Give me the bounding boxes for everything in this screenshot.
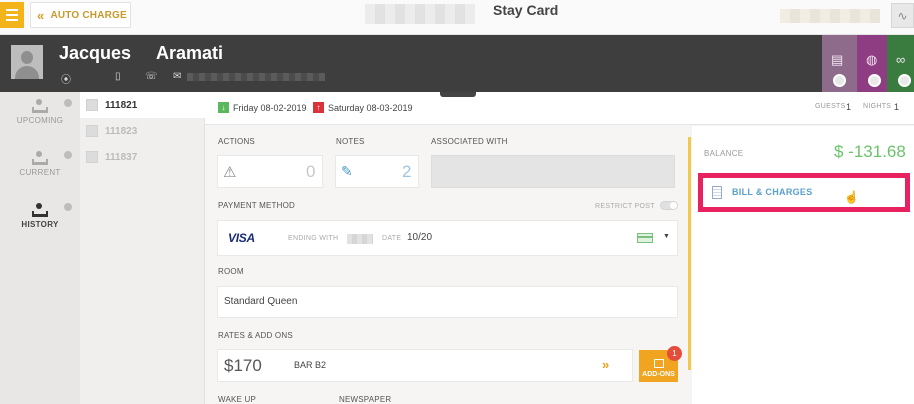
auto-charge-label: AUTO CHARGE <box>50 9 127 21</box>
warning-icon: ⚠ <box>223 164 237 181</box>
bed-icon <box>30 150 50 166</box>
guest-tile-1[interactable]: ▤ <box>822 35 857 92</box>
credit-card-icon <box>637 233 653 243</box>
drag-handle[interactable] <box>440 92 476 97</box>
redacted-text <box>365 4 475 24</box>
activity-chart-button[interactable]: ∿ <box>891 3 914 28</box>
associated-field[interactable] <box>431 155 675 188</box>
notes-label: NOTES <box>336 137 365 146</box>
bill-and-charges-button[interactable]: BILL & CHARGES <box>704 178 904 206</box>
room-label: ROOM <box>218 267 244 276</box>
double-chevron-right-icon[interactable]: » <box>602 357 609 372</box>
status-dot <box>64 203 72 211</box>
rate-row[interactable] <box>217 349 633 382</box>
phone-icon: ▤ <box>831 52 844 67</box>
balance-label: BALANCE <box>704 149 744 158</box>
arrow-up-icon: ↑ <box>313 102 324 113</box>
guest-last-name[interactable]: Aramati <box>156 43 223 64</box>
menu-icon[interactable] <box>0 2 24 28</box>
calculator-icon <box>712 185 722 199</box>
guest-first-name[interactable]: Jacques <box>59 43 131 64</box>
card-brand: VISA <box>228 231 255 245</box>
rate-code: BAR B2 <box>294 360 327 370</box>
arrival-date[interactable]: ↓ Friday 08-02-2019 <box>218 102 307 113</box>
rates-label: RATES & ADD ONS <box>218 331 293 340</box>
sidebar <box>0 92 80 404</box>
nights-label: NIGHTS <box>863 103 892 110</box>
cube-icon <box>653 359 664 368</box>
auto-charge-button[interactable]: « AUTO CHARGE <box>30 2 131 28</box>
list-item[interactable]: 111837 <box>80 144 205 170</box>
restrict-post-label: RESTRICT POST <box>595 203 655 210</box>
notes-count: 2 <box>402 162 412 181</box>
guest-tile-3[interactable]: ∞ <box>887 35 914 92</box>
date-label: DATE <box>382 235 402 242</box>
search-icon[interactable] <box>868 74 881 87</box>
chevron-down-icon[interactable]: ▼ <box>663 233 670 240</box>
rate-amount: $170 <box>224 356 262 375</box>
bed-icon <box>30 202 50 218</box>
chart-icon: ∿ <box>897 8 908 23</box>
balance-value: $ -131.68 <box>834 142 906 161</box>
stay-dates-bar <box>205 92 914 125</box>
room-type: Standard Queen <box>224 296 298 307</box>
guests-label: GUESTS <box>815 103 846 110</box>
balance-panel <box>692 126 914 404</box>
redacted-text <box>780 9 880 23</box>
redacted-email <box>187 73 325 81</box>
actions-label: ACTIONS <box>218 137 255 146</box>
divider <box>688 137 691 370</box>
guest-tile-2[interactable]: ◍ <box>857 35 887 92</box>
pin-icon: ✎ <box>341 163 353 179</box>
list-item[interactable]: 111821 <box>80 92 205 118</box>
associated-label: ASSOCIATED WITH <box>431 137 508 146</box>
payment-method-field[interactable] <box>217 220 678 256</box>
hand-cursor-icon: ☝ <box>844 190 859 204</box>
double-chevron-left-icon: « <box>37 7 45 23</box>
link-icon: ∞ <box>896 52 906 67</box>
phone-icon[interactable]: ☏ <box>145 71 158 82</box>
actions-count: 0 <box>306 162 316 181</box>
add-ons-count-badge: 1 <box>667 346 682 361</box>
arrow-down-icon: ↓ <box>218 102 229 113</box>
checkbox[interactable] <box>86 125 98 137</box>
checkbox[interactable] <box>86 99 98 111</box>
status-dot <box>64 151 72 159</box>
guest-header <box>0 35 914 92</box>
list-item[interactable]: 111823 <box>80 118 205 144</box>
restrict-post-toggle[interactable] <box>660 201 678 210</box>
status-dot <box>64 99 72 107</box>
wake-up-label: WAKE UP <box>218 395 256 404</box>
search-icon[interactable] <box>898 74 911 87</box>
card-expiry: 10/20 <box>407 232 433 243</box>
departure-date[interactable]: ↑ Saturday 08-03-2019 <box>313 102 413 113</box>
email-icon[interactable]: ✉ <box>173 71 181 82</box>
location-icon[interactable]: ⦿ <box>61 71 71 86</box>
payment-method-label: PAYMENT METHOD <box>218 201 296 210</box>
ending-with-label: ENDING WITH <box>288 235 339 242</box>
search-icon[interactable] <box>833 74 846 87</box>
bed-icon <box>30 98 50 114</box>
newspaper-label: NEWSPAPER <box>339 395 392 404</box>
globe-icon: ◍ <box>866 52 878 67</box>
redacted-card-number <box>347 234 373 244</box>
mobile-icon[interactable]: ▯ <box>115 71 121 82</box>
nights-count[interactable]: 1 <box>894 102 899 112</box>
avatar[interactable] <box>11 45 43 79</box>
checkbox[interactable] <box>86 151 98 163</box>
guests-count[interactable]: 1 <box>846 102 851 112</box>
page-title: Stay Card <box>493 2 559 18</box>
